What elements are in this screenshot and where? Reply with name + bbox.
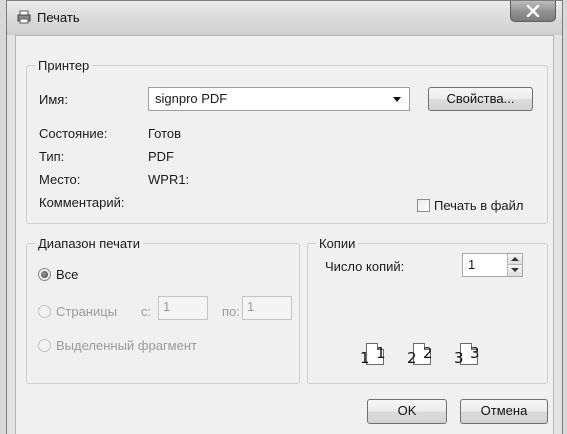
copies-count-value[interactable]: 1 [468, 257, 475, 272]
range-all-label[interactable]: Все [56, 267, 78, 282]
printer-name-label: Имя: [39, 92, 68, 107]
range-from-label: с: [141, 304, 152, 319]
printer-group: Принтер Имя: signpro PDF Свойства... Сос… [26, 58, 548, 224]
ok-button[interactable]: OK [367, 399, 447, 424]
spinner-up-button[interactable] [508, 254, 522, 265]
location-label: Место: [39, 172, 81, 187]
range-selection-radio[interactable] [38, 339, 51, 352]
chevron-down-icon [393, 97, 401, 102]
collate-page-number: 2 [423, 344, 433, 362]
type-label: Тип: [39, 149, 65, 164]
printer-name-select[interactable]: signpro PDF [148, 87, 410, 111]
arrow-down-icon [511, 268, 519, 272]
cancel-button[interactable]: Отмена [460, 399, 548, 424]
status-label: Состояние: [39, 126, 108, 141]
radio-selected-dot [41, 271, 48, 278]
range-to-label: по: [222, 304, 240, 319]
spinner-down-button[interactable] [508, 265, 522, 276]
range-all-radio[interactable] [38, 268, 51, 281]
title-bar[interactable]: Печать [7, 1, 562, 35]
window-title: Печать [37, 10, 80, 25]
collate-page-number: 3 [470, 344, 480, 362]
range-from-input[interactable]: 1 [158, 296, 208, 320]
print-range-group: Диапазон печати Все Страницы с: 1 по: 1 … [26, 236, 300, 384]
collate-page-number: 1 [376, 344, 386, 362]
properties-button[interactable]: Свойства... [428, 87, 533, 111]
copies-spinner-buttons [507, 254, 522, 276]
collate-page-number: 1 [360, 349, 370, 367]
printer-name-value: signpro PDF [155, 91, 228, 106]
dialog-body: Принтер Имя: signpro PDF Свойства... Сос… [15, 35, 554, 434]
comment-label: Комментарий: [39, 195, 125, 210]
copies-group: Копии Число копий: 1 1 1 2 2 3 3 [307, 236, 548, 384]
print-dialog-window: Печать Принтер Имя: signpro PDF Свойства… [6, 0, 563, 434]
collate-page-number: 2 [407, 349, 417, 367]
range-selection-label[interactable]: Выделенный фрагмент [56, 338, 197, 353]
print-to-file-label[interactable]: Печать в файл [434, 198, 524, 213]
type-value: PDF [148, 149, 174, 164]
collate-page-number: 3 [454, 349, 464, 367]
copies-count-spinner[interactable]: 1 [462, 253, 523, 277]
range-to-input[interactable]: 1 [242, 296, 292, 320]
arrow-up-icon [511, 257, 519, 261]
copies-count-label: Число копий: [325, 259, 405, 274]
copies-group-label: Копии [316, 236, 359, 251]
printer-group-label: Принтер [35, 58, 93, 73]
close-icon [526, 5, 540, 17]
range-pages-label[interactable]: Страницы [56, 304, 117, 319]
print-range-group-label: Диапазон печати [35, 236, 144, 251]
range-pages-radio[interactable] [38, 305, 51, 318]
print-to-file-checkbox[interactable] [417, 199, 430, 212]
location-value: WPR1: [148, 172, 190, 187]
printer-icon [17, 10, 31, 24]
status-value: Готов [148, 126, 182, 141]
close-button[interactable] [510, 1, 556, 22]
